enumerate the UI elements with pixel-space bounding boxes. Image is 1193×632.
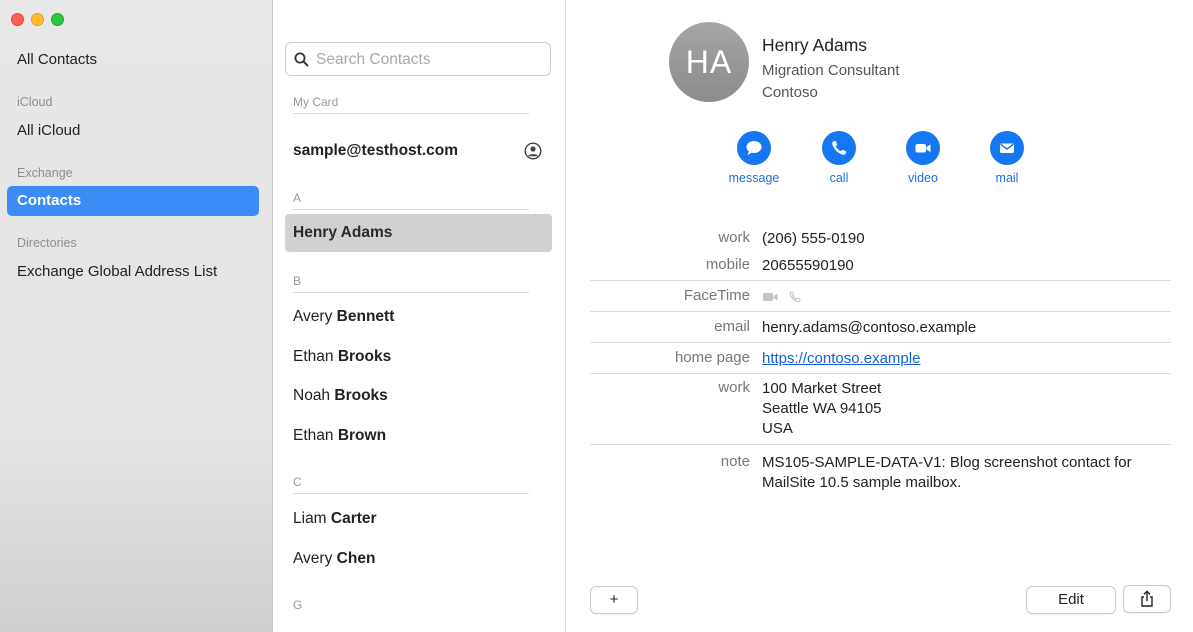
home-page-link[interactable]: https://contoso.example: [762, 350, 920, 367]
contact-company: Contoso: [762, 84, 818, 101]
address-line-2: Seattle WA 94105: [762, 400, 882, 417]
contact-list: My Card sample@testhost.com A Henry Adam…: [273, 0, 566, 632]
facetime-audio-icon[interactable]: [788, 290, 802, 304]
avatar: HA: [669, 22, 749, 102]
video-button[interactable]: [906, 131, 940, 165]
sidebar: All Contacts iCloud All iCloud Exchange …: [0, 0, 273, 632]
contact-last-name: Brooks: [337, 348, 392, 365]
email-value[interactable]: henry.adams@contoso.example: [762, 318, 1172, 338]
sidebar-item-all-icloud[interactable]: All iCloud: [7, 116, 259, 146]
contact-last-name: Brooks: [334, 387, 388, 404]
envelope-icon: [1000, 143, 1014, 153]
sidebar-header-directories: Directories: [17, 236, 77, 250]
section-header-b: B: [293, 274, 529, 293]
message-button[interactable]: [737, 131, 771, 165]
mail-action[interactable]: mail: [972, 131, 1042, 185]
edit-button[interactable]: Edit: [1026, 586, 1116, 614]
contact-last-name: Bennett: [336, 308, 395, 325]
video-label: video: [908, 171, 938, 185]
contact-first-name: Noah: [293, 387, 331, 404]
call-button[interactable]: [822, 131, 856, 165]
sidebar-header-icloud: iCloud: [17, 95, 53, 109]
field-label: email: [714, 318, 750, 335]
mobile-value[interactable]: 20655590190: [762, 256, 1172, 276]
video-action[interactable]: video: [888, 131, 958, 185]
divider: [590, 280, 1171, 281]
divider: [590, 342, 1171, 343]
call-action[interactable]: call: [804, 131, 874, 185]
work-phone-value[interactable]: (206) 555-0190: [762, 229, 1172, 249]
contact-first-name: Ethan: [293, 348, 334, 365]
contact-row-ethan-brooks[interactable]: Ethan Brooks: [285, 338, 552, 376]
message-label: message: [728, 171, 780, 185]
contact-first-name: Ethan: [293, 427, 334, 444]
field-label: work: [718, 379, 750, 396]
contact-name: Henry Adams: [762, 35, 868, 55]
contact-last-name: Chen: [336, 550, 376, 567]
search-field[interactable]: [285, 42, 551, 76]
field-label: mobile: [705, 256, 750, 273]
section-header-g: G: [293, 598, 303, 612]
contact-row-noah-brooks[interactable]: Noah Brooks: [285, 377, 552, 415]
contact-first-name: Liam: [293, 510, 327, 527]
share-button[interactable]: [1123, 585, 1171, 613]
sidebar-header-exchange: Exchange: [17, 166, 73, 180]
divider: [590, 373, 1171, 374]
mail-label: mail: [995, 171, 1019, 185]
work-address-value[interactable]: 100 Market Street Seattle WA 94105 USA: [762, 379, 1172, 439]
phone-icon: [832, 141, 846, 155]
field-label: FaceTime: [683, 287, 750, 304]
address-line-1: 100 Market Street: [762, 380, 882, 397]
contact-row-liam-carter[interactable]: Liam Carter: [285, 500, 552, 538]
video-camera-icon: [915, 144, 931, 153]
search-icon: [294, 52, 309, 67]
divider: [590, 311, 1171, 312]
field-label: work: [718, 229, 750, 246]
contact-row-avery-bennett[interactable]: Avery Bennett: [285, 298, 552, 336]
contact-first-name: Avery: [293, 308, 333, 325]
contact-last-name: Brown: [337, 427, 387, 444]
contact-row-avery-chen[interactable]: Avery Chen: [285, 540, 552, 578]
call-label: call: [829, 171, 849, 185]
sidebar-item-contacts[interactable]: Contacts: [7, 186, 259, 216]
message-bubble-icon: [746, 141, 762, 155]
sidebar-item-all-contacts[interactable]: All Contacts: [7, 45, 259, 75]
message-action[interactable]: message: [719, 131, 789, 185]
note-value[interactable]: MS105-SAMPLE-DATA-V1: Blog screenshot co…: [762, 453, 1162, 493]
mail-button[interactable]: [990, 131, 1024, 165]
share-icon: [1141, 590, 1153, 607]
my-card-row[interactable]: sample@testhost.com: [285, 132, 552, 170]
contact-row-ethan-brown[interactable]: Ethan Brown: [285, 417, 552, 455]
close-window-button[interactable]: [11, 13, 24, 26]
divider: [590, 444, 1171, 445]
zoom-window-button[interactable]: [51, 13, 64, 26]
contact-detail: HA Henry Adams Migration Consultant Cont…: [566, 0, 1193, 632]
add-button[interactable]: +: [590, 586, 638, 614]
address-line-3: USA: [762, 420, 793, 437]
contact-last-name: Carter: [330, 510, 377, 527]
field-label: home page: [674, 349, 750, 366]
person-circle-icon: [524, 142, 542, 160]
minimize-window-button[interactable]: [31, 13, 44, 26]
section-header-my-card: My Card: [293, 95, 529, 114]
contact-first-name: Henry: [293, 224, 337, 241]
search-input[interactable]: [316, 48, 541, 72]
facetime-icons: [762, 287, 1172, 307]
section-header-c: C: [293, 475, 529, 494]
facetime-video-icon[interactable]: [762, 290, 780, 304]
contact-last-name: Adams: [340, 224, 393, 241]
contact-row-henry-adams[interactable]: Henry Adams: [285, 214, 552, 252]
field-label: note: [720, 453, 750, 470]
contact-job-title: Migration Consultant: [762, 62, 900, 79]
home-page-value: https://contoso.example: [762, 349, 1172, 369]
sidebar-item-exchange-gal[interactable]: Exchange Global Address List: [7, 257, 259, 287]
contact-first-name: Avery: [293, 550, 333, 567]
my-card-email: sample@testhost.com: [293, 142, 458, 159]
section-header-a: A: [293, 191, 529, 210]
